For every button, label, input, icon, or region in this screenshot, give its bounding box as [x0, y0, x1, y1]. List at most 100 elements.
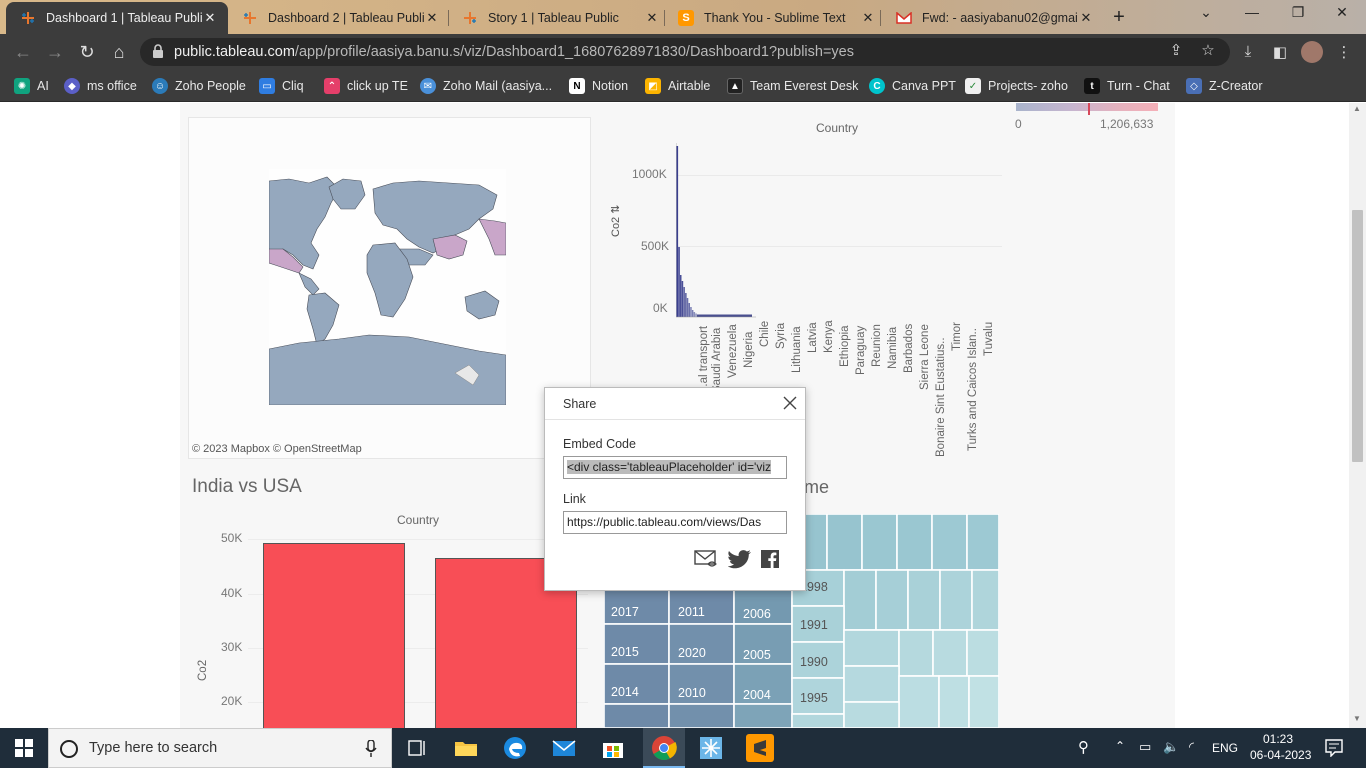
world-map-svg[interactable]: [268, 169, 507, 406]
bookmark-projects-zoho[interactable]: ✓ Projects- zoho: [965, 77, 1068, 95]
tab-sublime[interactable]: S Thank You - Sublime Text ✕: [664, 2, 886, 34]
chrome-taskbar-item[interactable]: [643, 728, 685, 768]
bookmark-ms-office[interactable]: ◆ ms office: [64, 77, 137, 95]
treemap-year-label: 1991: [800, 618, 828, 632]
forward-icon[interactable]: →: [44, 41, 66, 63]
facebook-icon[interactable]: [760, 549, 780, 569]
notification-icon[interactable]: [1325, 739, 1343, 757]
twitter-icon[interactable]: [728, 549, 752, 569]
people-icon[interactable]: ⚲: [1078, 738, 1089, 756]
turn-icon: t: [1084, 78, 1100, 94]
clock-date[interactable]: 06-04-2023: [1250, 748, 1311, 762]
notion-icon: N: [569, 78, 585, 94]
bookmark-z-creator[interactable]: ◇ Z-Creator: [1186, 77, 1262, 95]
task-view-icon[interactable]: [403, 734, 431, 762]
world-map[interactable]: [268, 169, 507, 406]
home-icon[interactable]: ⌂: [108, 41, 130, 63]
tab-dashboard-1[interactable]: Dashboard 1 | Tableau Public ✕: [6, 2, 228, 34]
treemap-year-label: 2014: [611, 685, 639, 699]
scroll-down-icon[interactable]: ▼: [1353, 714, 1361, 723]
menu-icon[interactable]: ⋮: [1334, 43, 1354, 63]
microsoft-store-icon[interactable]: [599, 734, 627, 762]
zoho-mail-icon: ✉: [420, 78, 436, 94]
battery-icon[interactable]: ▭: [1139, 739, 1151, 755]
bookmark-team-everest[interactable]: ▲ Team Everest Desk: [727, 77, 858, 95]
tray-overflow-icon[interactable]: ⌃: [1115, 739, 1125, 753]
bar-chart-y-title: Co2 ⇅: [609, 205, 622, 237]
country-label: Namibia: [887, 326, 899, 369]
close-tab-icon[interactable]: ✕: [860, 10, 876, 26]
side-panel-icon[interactable]: ◧: [1270, 43, 1290, 63]
restore-icon[interactable]: ❐: [1278, 4, 1318, 21]
volume-icon[interactable]: 🔈: [1163, 739, 1179, 755]
z-creator-icon: ◇: [1186, 78, 1202, 94]
sublime-text-taskbar-icon[interactable]: [746, 734, 774, 762]
bookmark-canva[interactable]: C Canva PPT: [869, 77, 956, 95]
close-tab-icon[interactable]: ✕: [202, 10, 218, 26]
lock-icon[interactable]: [152, 44, 164, 59]
india-bar[interactable]: [263, 543, 405, 728]
file-explorer-icon[interactable]: [452, 734, 480, 762]
bookmark-star-icon[interactable]: ☆: [1198, 41, 1218, 61]
windows-start-icon[interactable]: [15, 739, 33, 757]
tab-dashboard-2[interactable]: Dashboard 2 | Tableau Public ✕: [228, 2, 450, 34]
download-icon[interactable]: ⤓: [1238, 43, 1258, 63]
map-credits[interactable]: © 2023 Mapbox © OpenStreetMap: [192, 443, 362, 455]
embed-code-value: <div class='tableauPlaceholder' id='viz: [567, 460, 771, 474]
link-value: https://public.tableau.com/views/Das: [567, 515, 762, 529]
microphone-icon[interactable]: [365, 740, 377, 758]
bookmark-notion[interactable]: N Notion: [569, 77, 628, 95]
tab-search-icon[interactable]: ⌄: [1186, 4, 1226, 21]
language-indicator[interactable]: ENG: [1212, 741, 1238, 755]
address-bar[interactable]: public.tableau.com/app/profile/aasiya.ba…: [140, 38, 1230, 66]
url-text[interactable]: public.tableau.com/app/profile/aasiya.ba…: [174, 44, 854, 60]
scroll-up-icon[interactable]: ▲: [1353, 104, 1361, 113]
color-legend-bar: [1016, 103, 1158, 111]
close-tab-icon[interactable]: ✕: [424, 10, 440, 26]
link-field[interactable]: https://public.tableau.com/views/Das: [563, 511, 787, 534]
url-host: public.tableau.com: [174, 44, 295, 60]
bar-tick-500k: 500K: [641, 239, 670, 253]
email-share-icon[interactable]: [694, 549, 720, 569]
country-label: Latvia: [807, 322, 819, 353]
wifi-icon[interactable]: ◜: [1189, 739, 1194, 755]
tableau-icon: [20, 10, 36, 26]
bookmark-airtable[interactable]: ◩ Airtable: [645, 77, 710, 95]
india-usa-caption: Country: [397, 513, 440, 527]
country-label: Timor: [951, 322, 963, 351]
clock-time[interactable]: 01:23: [1263, 732, 1293, 746]
tab-story-1[interactable]: Story 1 | Tableau Public ✕: [448, 2, 670, 34]
treemap-title-fragment: me: [804, 477, 830, 497]
back-icon[interactable]: ←: [12, 41, 34, 63]
new-tab-button[interactable]: +: [1108, 6, 1130, 29]
tab-title: Thank You - Sublime Text: [704, 11, 846, 25]
page-scrollbar-thumb[interactable]: [1352, 210, 1363, 462]
profile-avatar[interactable]: [1301, 41, 1323, 63]
sort-icon[interactable]: ⇅: [610, 205, 622, 214]
embed-code-field[interactable]: <div class='tableauPlaceholder' id='viz: [563, 456, 787, 479]
windows-taskbar: Type here to search ⚲ ⌃ ▭ 🔈 ◜ ENG 01:23 …: [0, 728, 1366, 768]
bookmark-turn-chat[interactable]: t Turn - Chat: [1084, 77, 1170, 95]
tab-gmail[interactable]: Fwd: - aasiyabanu02@gmail. ✕: [882, 2, 1104, 34]
reload-icon[interactable]: ↻: [76, 41, 98, 63]
country-bars-svg[interactable]: [675, 143, 756, 319]
close-window-icon[interactable]: ✕: [1322, 4, 1362, 21]
taskbar-search-box[interactable]: Type here to search: [48, 728, 392, 768]
share-page-icon[interactable]: ⇪: [1166, 41, 1186, 61]
bookmark-click-up[interactable]: ⌃ click up TE: [324, 77, 408, 95]
bookmark-zoho-people[interactable]: ☺ Zoho People: [152, 77, 246, 95]
bookmark-cliq[interactable]: ▭ Cliq: [259, 77, 304, 95]
country-bar-chart[interactable]: [675, 143, 756, 319]
close-tab-icon[interactable]: ✕: [644, 10, 660, 26]
india-usa-y-title: Co2: [197, 659, 209, 681]
mail-icon[interactable]: [550, 734, 578, 762]
edge-icon[interactable]: [501, 734, 529, 762]
close-tab-icon[interactable]: ✕: [1078, 10, 1094, 26]
bookmark-zoho-mail[interactable]: ✉ Zoho Mail (aasiya...: [420, 77, 552, 95]
country-label: Ethiopia: [839, 325, 851, 367]
minimize-icon[interactable]: —: [1232, 4, 1272, 20]
country-label: Chile: [759, 320, 771, 347]
snipping-tool-icon[interactable]: [697, 734, 725, 762]
close-icon[interactable]: [782, 395, 798, 411]
bookmark-ai[interactable]: ✺ AI: [14, 77, 49, 95]
